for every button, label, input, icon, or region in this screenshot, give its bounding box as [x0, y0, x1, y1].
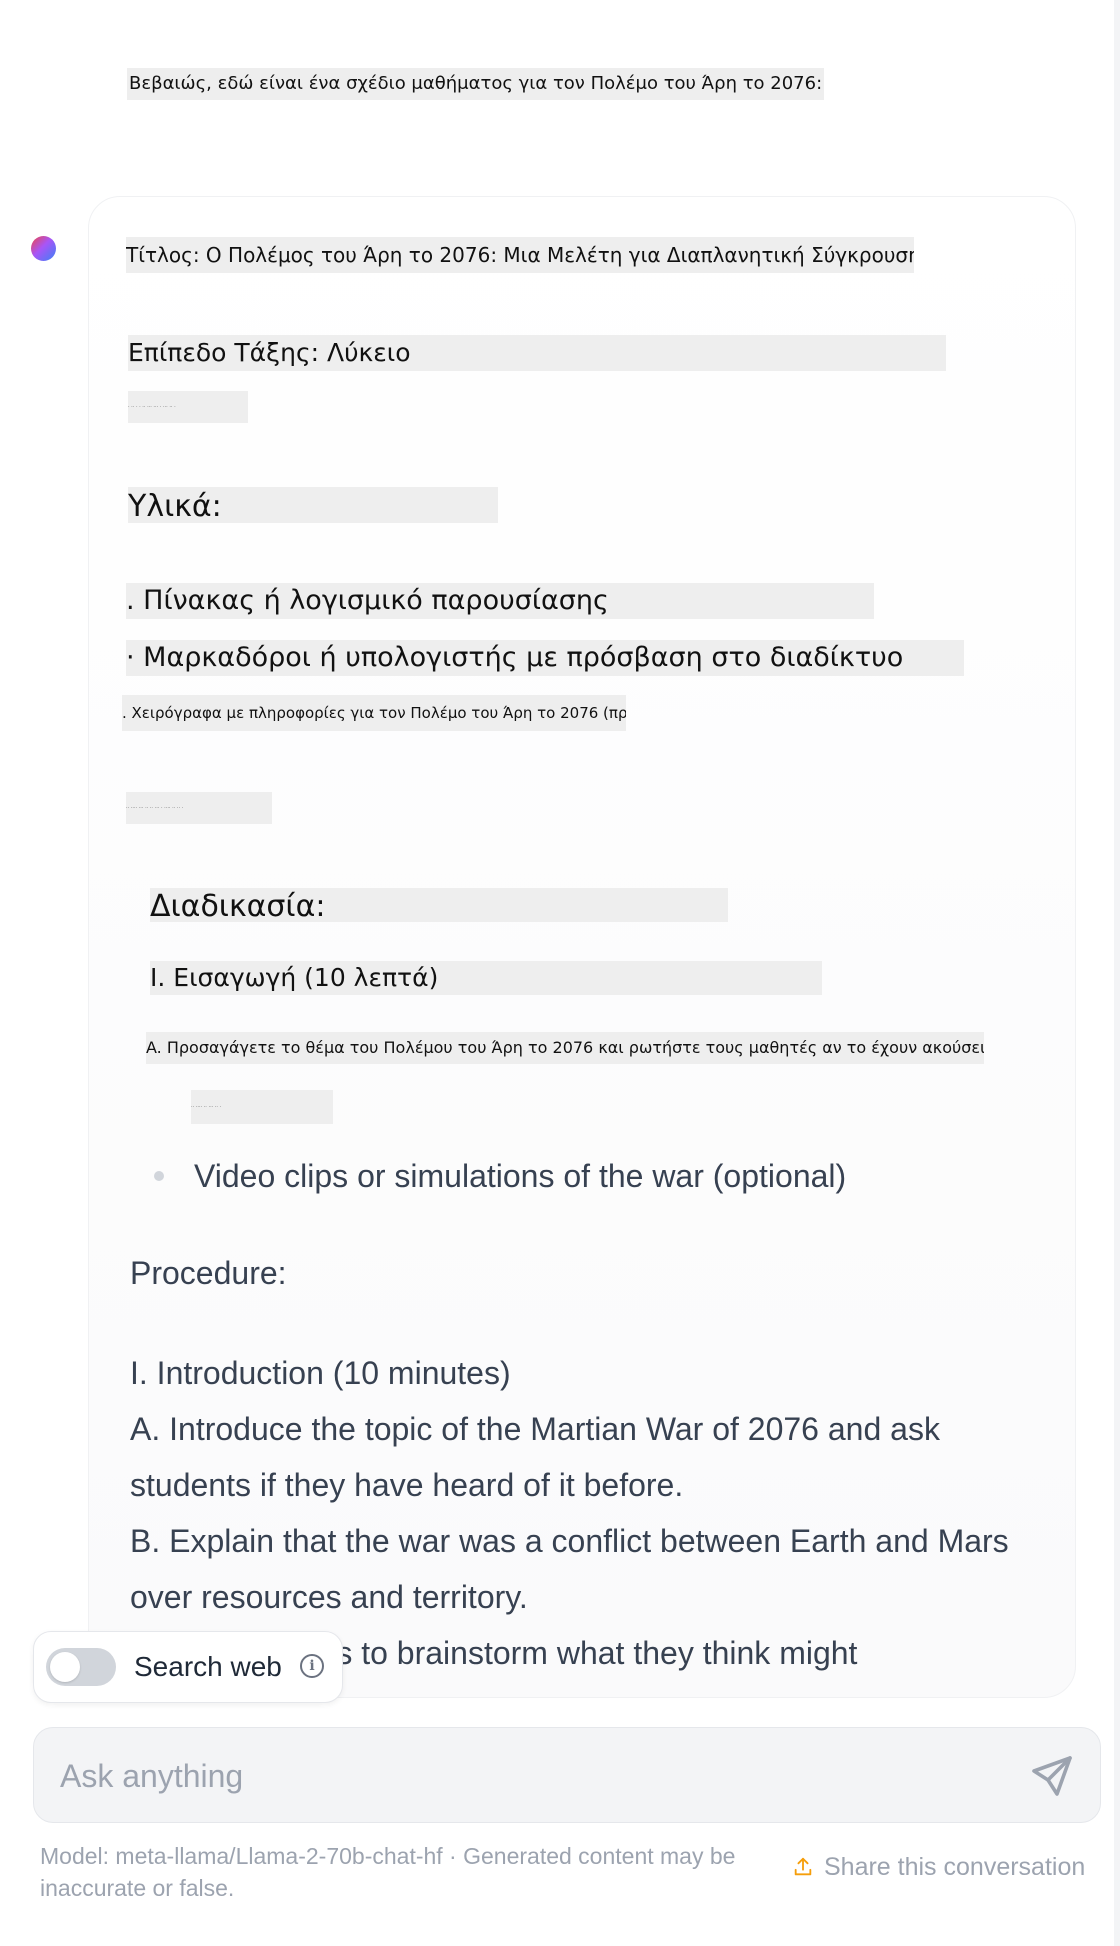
share-conversation-button[interactable]: Share this conversation — [792, 1851, 1085, 1883]
image-line-tiny-text: ·· ···· ·· ··· ·· · — [191, 1090, 333, 1124]
image-line-intro-heading: I. Εισαγωγή (10 λεπτά) — [150, 961, 822, 995]
image-line-material-item: . Πίνακας ή λογισμικό παρουσίασης — [126, 583, 874, 619]
list-bullet — [154, 1171, 164, 1181]
assistant-avatar — [31, 236, 56, 261]
image-line-grade: Επίπεδο Τάξης: Λύκειο — [128, 335, 946, 371]
image-line-materials-heading: Υλικά: — [128, 487, 498, 523]
list-item: Video clips or simulations of the war (o… — [194, 1158, 847, 1194]
procedure-line: B. Explain that the war was a conflict b… — [130, 1523, 1009, 1559]
procedure-line: over resources and territory. — [130, 1579, 528, 1615]
image-line-tiny-text: · ·· · · ·· ··· ··· · ··· ·· · — [128, 391, 248, 423]
image-line-procedure-heading: Διαδικασία: — [150, 888, 728, 922]
chat-input-container — [33, 1727, 1101, 1823]
search-web-label: Search web — [134, 1651, 282, 1682]
image-line-intro-a: A. Προσαγάγετε το θέμα του Πολέμου του Ά… — [146, 1032, 984, 1064]
toggle-switch[interactable] — [46, 1648, 116, 1686]
info-icon[interactable]: i — [300, 1654, 324, 1678]
user-message-text: Βεβαιώς, εδώ είναι ένα σχέδιο μαθήματος … — [127, 68, 825, 100]
procedure-line: students if they have heard of it before… — [130, 1467, 684, 1503]
procedure-line: I. Introduction (10 minutes) — [130, 1355, 511, 1391]
procedure-heading: Procedure: — [130, 1255, 287, 1291]
scrollbar[interactable] — [1114, 0, 1120, 1946]
image-line-material-item: . Χειρόγραφα με πληροφορίες για τον Πολέ… — [122, 695, 626, 731]
share-icon — [794, 1857, 812, 1876]
model-disclaimer: Model: meta-llama/Llama-2-70b-chat-hf · … — [40, 1843, 736, 1901]
search-web-toggle[interactable]: Search web i — [33, 1631, 343, 1703]
image-line-title: Τίτλος: Ο Πολέμος του Άρη το 2076: Μια Μ… — [126, 237, 914, 273]
send-icon[interactable] — [1028, 1752, 1076, 1800]
share-label: Share this conversation — [824, 1853, 1086, 1881]
procedure-line: A. Introduce the topic of the Martian Wa… — [130, 1411, 940, 1447]
image-line-material-item: · Μαρκαδόροι ή υπολογιστής με πρόσβαση σ… — [126, 640, 964, 676]
toggle-knob — [50, 1652, 80, 1682]
image-line-tiny-text: ·· ···· ··· ·· ·· ··· · ···· ·· ·· · — [126, 792, 272, 824]
chat-input[interactable] — [58, 1750, 962, 1802]
